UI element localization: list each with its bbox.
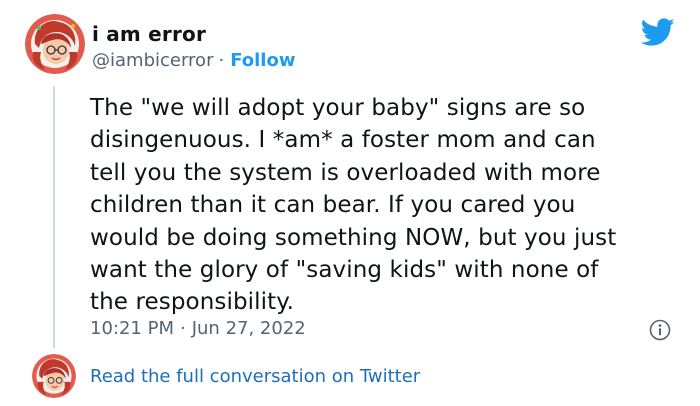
footer-avatar[interactable] bbox=[32, 354, 76, 398]
author-handle[interactable]: @iambicerror bbox=[92, 50, 213, 71]
embedded-tweet-card: i am error @iambicerror · Follow The "we w… bbox=[0, 0, 700, 406]
author-avatar[interactable] bbox=[25, 14, 85, 74]
timestamp-separator: · bbox=[179, 318, 186, 339]
footer-avatar-image bbox=[32, 354, 76, 398]
author-handle-row: @iambicerror · Follow bbox=[92, 50, 295, 71]
info-icon[interactable] bbox=[649, 319, 671, 341]
tweet-text: The "we will adopt your baby" signs are … bbox=[90, 95, 617, 316]
tweet-timestamp[interactable]: 10:21 PM · Jun 27, 2022 bbox=[90, 318, 306, 339]
tweet-date: Jun 27, 2022 bbox=[191, 318, 306, 339]
avatar-image bbox=[25, 14, 85, 74]
tweet-time: 10:21 PM bbox=[90, 318, 174, 339]
twitter-bird-glyph bbox=[640, 18, 675, 46]
author-display-name[interactable]: i am error bbox=[92, 22, 206, 46]
handle-separator: · bbox=[218, 50, 225, 71]
twitter-bird-icon[interactable] bbox=[640, 18, 675, 48]
follow-button[interactable]: Follow bbox=[230, 50, 295, 71]
read-conversation-link[interactable]: Read the full conversation on Twitter bbox=[90, 366, 420, 387]
thread-connector-line bbox=[53, 86, 55, 348]
info-glyph bbox=[649, 319, 671, 341]
